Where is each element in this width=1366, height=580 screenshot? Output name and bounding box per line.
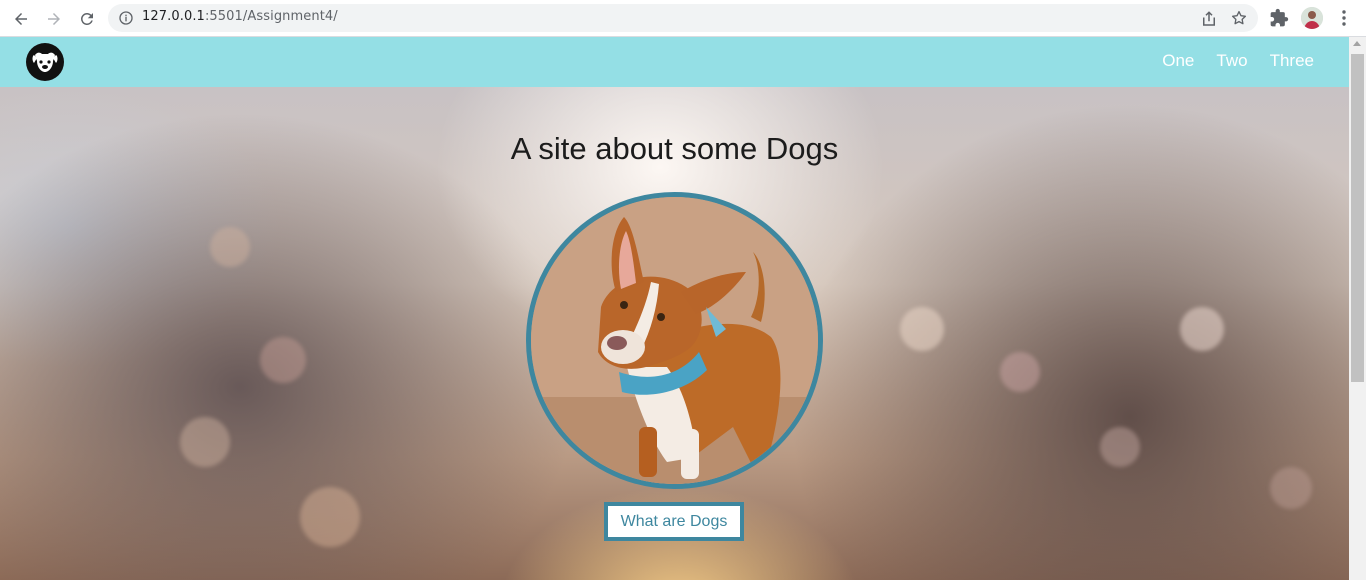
hero-section: A site about some Dogs What are Dogs xyxy=(0,87,1349,580)
bokeh-light xyxy=(1100,427,1140,467)
back-button[interactable] xyxy=(8,6,34,32)
address-bar[interactable]: 127.0.0.1:5501/Assignment4/ xyxy=(108,4,1258,32)
site-navbar: One Two Three xyxy=(0,37,1349,87)
url-host: 127.0.0.1 xyxy=(142,9,205,24)
avatar-image xyxy=(1301,7,1323,29)
nav-link-two[interactable]: Two xyxy=(1216,51,1247,71)
dog-photo xyxy=(526,192,823,489)
menu-icon[interactable] xyxy=(1336,9,1352,27)
url-text: 127.0.0.1:5501/Assignment4/ xyxy=(142,9,338,24)
what-are-dogs-button[interactable]: What are Dogs xyxy=(604,502,744,541)
browser-toolbar: 127.0.0.1:5501/Assignment4/ xyxy=(0,0,1366,37)
url-path: :5501/Assignment4/ xyxy=(204,9,338,24)
reload-button[interactable] xyxy=(74,6,100,32)
bokeh-light xyxy=(260,337,306,383)
page-title: A site about some Dogs xyxy=(510,131,839,166)
nav-link-three[interactable]: Three xyxy=(1270,51,1314,71)
dog-logo-icon xyxy=(26,43,64,81)
bokeh-light xyxy=(1180,307,1224,351)
bokeh-light xyxy=(1000,352,1040,392)
forward-button[interactable] xyxy=(41,6,67,32)
scroll-up-arrow[interactable] xyxy=(1353,41,1361,46)
reload-icon xyxy=(80,12,93,25)
scroll-thumb[interactable] xyxy=(1351,54,1364,382)
bokeh-light xyxy=(180,417,230,467)
star-icon[interactable] xyxy=(1230,9,1248,27)
info-icon[interactable] xyxy=(118,10,134,26)
nav-link-one[interactable]: One xyxy=(1162,51,1194,71)
extensions-icon[interactable] xyxy=(1269,8,1289,28)
bokeh-light xyxy=(1270,467,1312,509)
share-icon[interactable] xyxy=(1200,10,1218,28)
back-icon xyxy=(15,13,27,25)
page-viewport: One Two Three A site about some Dogs Wha… xyxy=(0,37,1349,580)
page-scrollbar[interactable] xyxy=(1349,37,1366,580)
site-logo[interactable] xyxy=(25,42,65,82)
dog-image xyxy=(531,197,818,484)
nav-links: One Two Three xyxy=(1162,51,1314,71)
forward-icon xyxy=(48,13,60,25)
bokeh-light xyxy=(210,227,250,267)
profile-avatar[interactable] xyxy=(1301,7,1323,29)
bokeh-light xyxy=(300,487,360,547)
bokeh-light xyxy=(900,307,944,351)
